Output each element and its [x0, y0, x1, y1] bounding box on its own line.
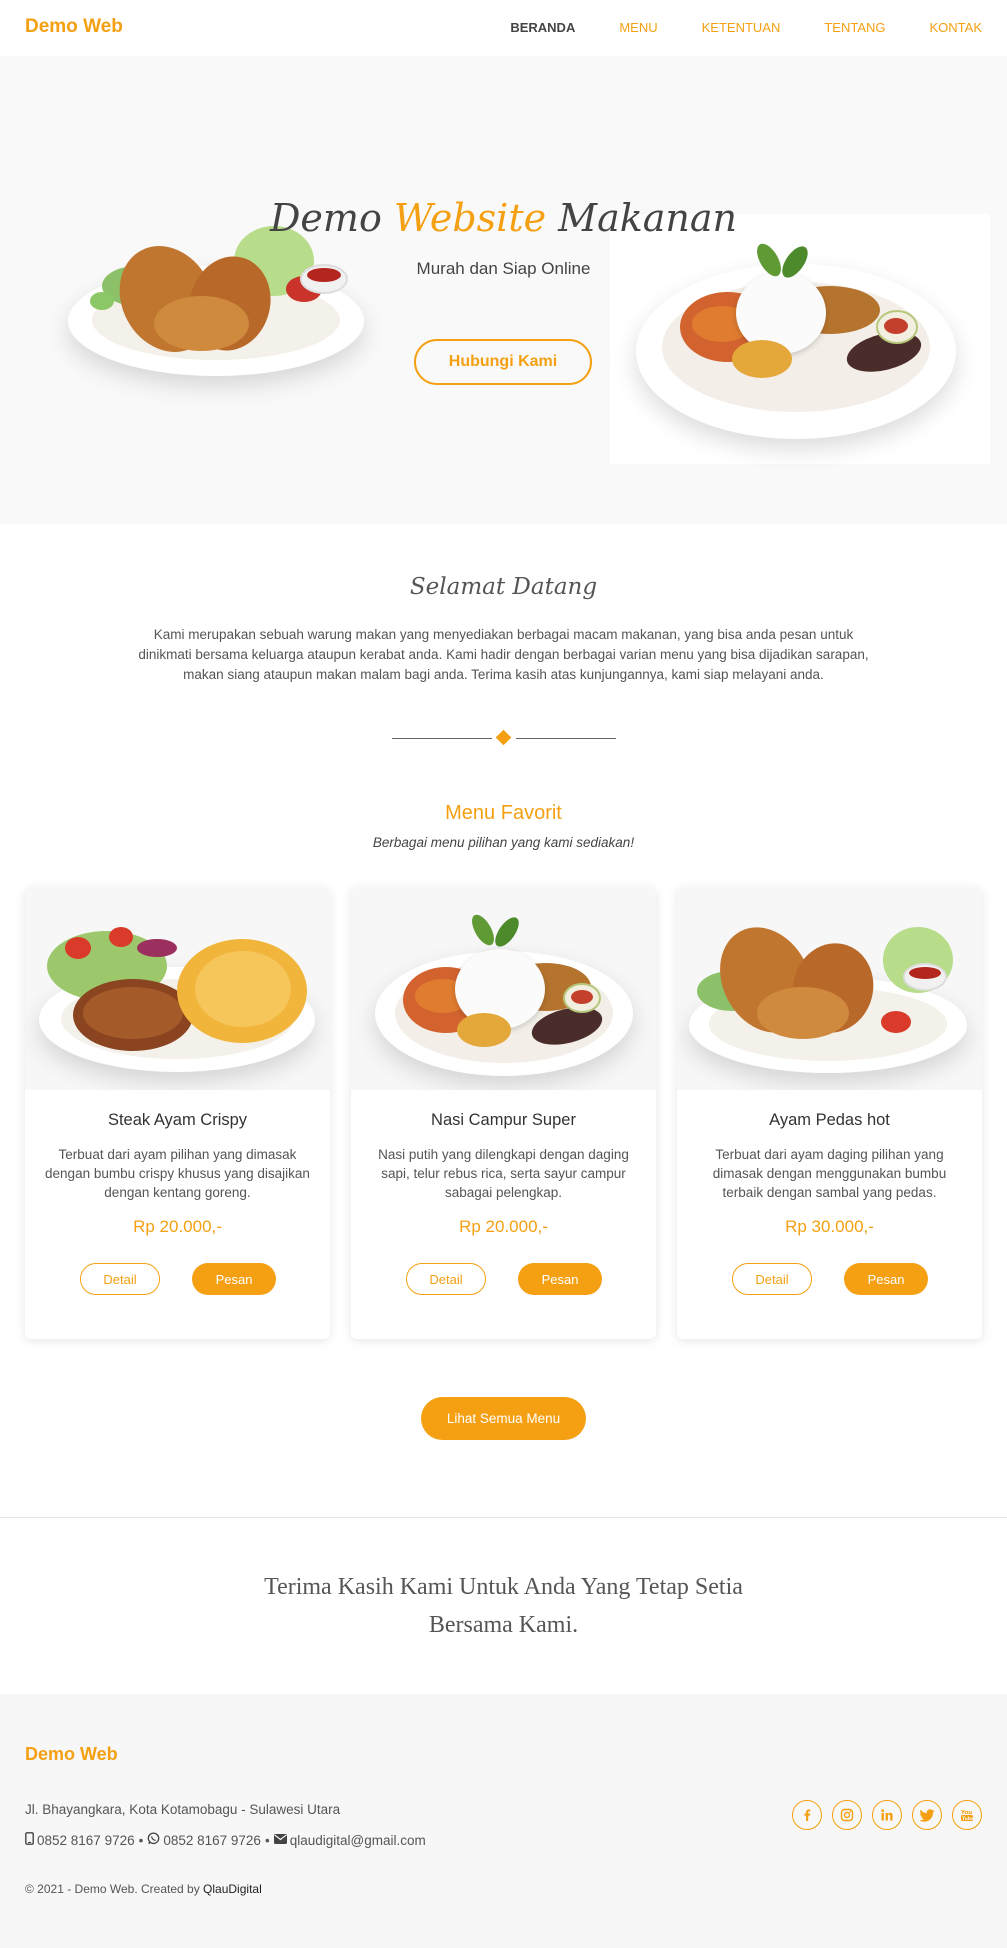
nav-links: BERANDA MENU KETENTUAN TENTANG KONTAK [466, 20, 982, 35]
hero-title-part1: Demo [269, 196, 394, 240]
menu-price: Rp 30.000,- [785, 1217, 874, 1236]
youtube-icon[interactable]: You Tube [952, 1800, 982, 1830]
facebook-icon[interactable] [792, 1800, 822, 1830]
creator-link[interactable]: QlauDigital [203, 1882, 262, 1896]
navbar: Demo Web BERANDA MENU KETENTUAN TENTANG … [0, 0, 1007, 56]
instagram-icon[interactable] [832, 1800, 862, 1830]
footer-email[interactable]: qlaudigital@gmail.com [290, 1833, 426, 1848]
hero-title-part2: Makanan [546, 196, 738, 240]
brand-logo[interactable]: Demo Web [25, 16, 123, 38]
separator-dot: • [264, 1832, 270, 1848]
menu-description: Nasi putih yang dilengkapi dengan daging… [378, 1147, 629, 1200]
hero-title-accent: Website [393, 196, 547, 240]
social-links: You Tube [792, 1800, 982, 1830]
footer: Demo Web Jl. Bhayangkara, Kota Kotamobag… [0, 1694, 1007, 1948]
order-button[interactable]: Pesan [192, 1263, 276, 1295]
svg-text:Tube: Tube [962, 1816, 974, 1822]
nav-ketentuan[interactable]: KETENTUAN [702, 20, 781, 35]
footer-phone[interactable]: 0852 8167 9726 [37, 1833, 135, 1848]
welcome-title: Selamat Datang [409, 574, 598, 600]
copyright-text: © 2021 - Demo Web. Created by [25, 1882, 204, 1896]
hero-image-chicken [62, 226, 372, 376]
menu-card-ayam: Ayam Pedas hot Terbuat dari ayam daging … [677, 887, 982, 1339]
menu-image-ayam [677, 887, 982, 1090]
nav-kontak[interactable]: KONTAK [930, 20, 983, 35]
menu-card-steak: Steak Ayam Crispy Terbuat dari ayam pili… [25, 887, 330, 1339]
hero-subtitle: Murah dan Siap Online [416, 259, 591, 278]
divider-diamond [495, 729, 512, 746]
separator-dot: • [138, 1832, 144, 1848]
section-divider [0, 1517, 1007, 1518]
menu-name: Steak Ayam Crispy [107, 1111, 248, 1129]
envelope-icon [273, 1833, 287, 1847]
footer-address: Jl. Bhayangkara, Kota Kotamobagu - Sulaw… [25, 1802, 341, 1817]
menu-name: Ayam Pedas hot [769, 1111, 890, 1129]
detail-button[interactable]: Detail [406, 1263, 486, 1295]
hero-section: Demo Website Makanan Murah dan Siap Onli… [0, 56, 1007, 524]
whatsapp-icon [147, 1832, 160, 1848]
footer-contact: 0852 8167 9726 • 0852 8167 9726 • qlaudi… [25, 1832, 426, 1848]
order-button[interactable]: Pesan [518, 1263, 602, 1295]
contact-us-button[interactable]: Hubungi Kami [414, 339, 592, 385]
divider-line-left [392, 738, 492, 739]
menu-image-steak [25, 887, 330, 1090]
menu-price: Rp 20.000,- [459, 1217, 548, 1236]
hero-title: Demo Website Makanan [0, 196, 1007, 240]
menu-section-subtitle: Berbagai menu pilihan yang kami sediakan… [372, 835, 635, 850]
linkedin-icon[interactable] [872, 1800, 902, 1830]
twitter-icon[interactable] [912, 1800, 942, 1830]
menu-image-nasi [351, 887, 656, 1090]
order-button[interactable]: Pesan [844, 1263, 928, 1295]
menu-description: Terbuat dari ayam daging pilihan yang di… [712, 1147, 947, 1200]
thank-you-text: Terima Kasih Kami Untuk Anda Yang Tetap … [264, 1574, 743, 1638]
detail-button[interactable]: Detail [80, 1263, 160, 1295]
footer-whatsapp[interactable]: 0852 8167 9726 [163, 1833, 261, 1848]
menu-price: Rp 20.000,- [133, 1217, 222, 1236]
mobile-phone-icon [25, 1832, 34, 1848]
menu-description: Terbuat dari ayam pilihan yang dimasak d… [45, 1147, 310, 1200]
detail-button[interactable]: Detail [732, 1263, 812, 1295]
footer-copyright: © 2021 - Demo Web. Created by QlauDigita… [25, 1882, 262, 1896]
divider-line-right [516, 738, 616, 739]
hero-image-rice [610, 214, 990, 464]
welcome-text: Kami merupakan sebuah warung makan yang … [138, 627, 869, 682]
menu-card-nasi: Nasi Campur Super Nasi putih yang dileng… [351, 887, 656, 1339]
see-all-menu-button[interactable]: Lihat Semua Menu [421, 1397, 586, 1440]
nav-beranda[interactable]: BERANDA [510, 20, 575, 35]
footer-brand: Demo Web [25, 1744, 118, 1764]
menu-section-title: Menu Favorit [445, 802, 562, 824]
menu-name: Nasi Campur Super [431, 1111, 576, 1129]
nav-menu[interactable]: MENU [619, 20, 657, 35]
nav-tentang[interactable]: TENTANG [824, 20, 885, 35]
thank-you-message: Terima Kasih Kami Untuk Anda Yang Tetap … [0, 1568, 1007, 1644]
